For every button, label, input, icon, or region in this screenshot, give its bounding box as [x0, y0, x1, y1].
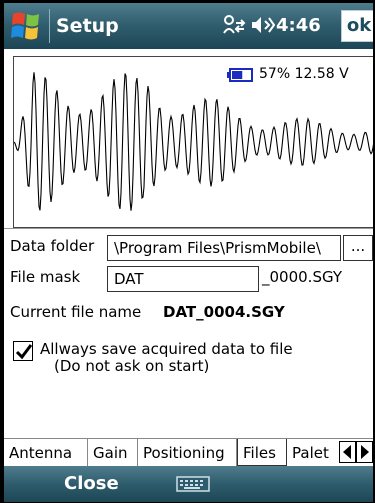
data-folder-field[interactable]: \Program Files\PrismMobile\	[107, 235, 341, 261]
battery-status: 57% 12.58 V	[259, 66, 349, 82]
tab-scroll-left-icon[interactable]	[339, 441, 356, 463]
window-title: Setup	[56, 15, 119, 37]
tab-antenna[interactable]: Antenna	[4, 439, 88, 466]
tab-bar: Antenna Gain Positioning Files Palet	[4, 438, 373, 467]
bottom-bar: Close	[4, 466, 373, 502]
clock[interactable]: 4:46	[276, 15, 321, 36]
tab-palette[interactable]: Palet	[287, 439, 339, 466]
current-file-label: Current file name	[10, 303, 142, 321]
screen: Setup 4:46 ok 57% 12.58 V Data folder \P…	[4, 3, 373, 502]
file-mask-field[interactable]: DAT	[107, 266, 259, 292]
current-file-value: DAT_0004.SGY	[163, 303, 285, 321]
close-softkey[interactable]: Close	[64, 473, 119, 494]
keyboard-icon[interactable]	[176, 476, 210, 492]
volume-icon[interactable]	[249, 13, 276, 37]
checkmark-icon	[15, 344, 33, 360]
connectivity-icon[interactable]	[220, 13, 246, 37]
waveform-trace	[14, 72, 373, 211]
tab-positioning[interactable]: Positioning	[138, 439, 237, 466]
browse-button[interactable]: ...	[343, 235, 373, 261]
waveform-panel: 57% 12.58 V	[13, 56, 373, 228]
battery-icon	[227, 68, 253, 82]
save-option-hint: (Do not ask on start)	[54, 357, 210, 375]
save-checkbox[interactable]	[13, 341, 33, 361]
file-mask-label: File mask	[10, 268, 81, 286]
data-folder-label: Data folder	[10, 237, 95, 255]
ok-button[interactable]: ok	[341, 10, 373, 42]
tab-gain[interactable]: Gain	[88, 439, 138, 466]
tab-scroll-right-icon[interactable]	[356, 441, 373, 463]
tab-files[interactable]: Files	[237, 439, 287, 466]
panel-divider	[4, 228, 373, 229]
title-bar: Setup 4:46 ok	[4, 3, 373, 49]
title-separator	[49, 9, 50, 43]
file-mask-suffix: _0000.SGY	[262, 268, 343, 286]
windows-start-icon[interactable]	[8, 8, 44, 44]
save-option-label: Allways save acquired data to file	[40, 340, 293, 358]
